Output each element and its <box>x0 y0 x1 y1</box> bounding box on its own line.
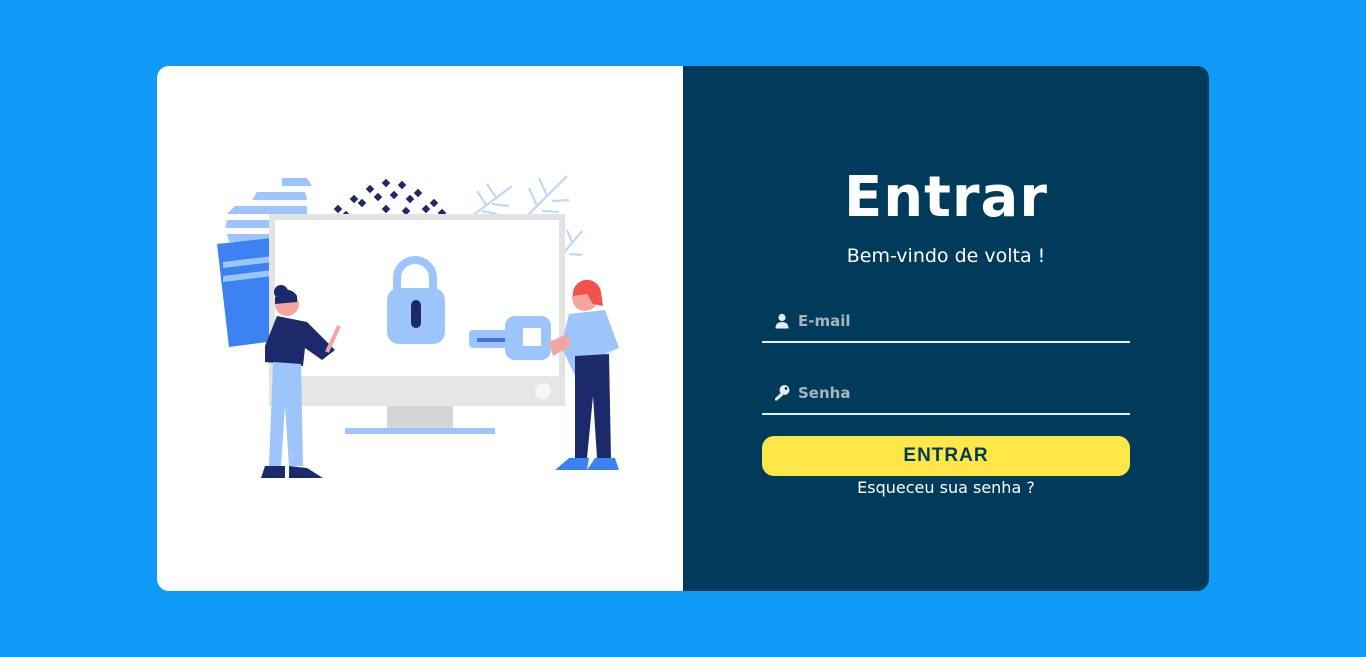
submit-button[interactable]: ENTRAR <box>762 436 1130 476</box>
blue-document <box>217 238 275 347</box>
forgot-password-link[interactable]: Esqueceu sua senha ? <box>683 478 1209 497</box>
password-input[interactable] <box>798 377 1130 409</box>
security-illustration <box>217 175 619 478</box>
password-field <box>762 373 1130 415</box>
dotted-decoration <box>333 178 447 220</box>
welcome-subtitle: Bem-vindo de volta ! <box>846 245 1046 267</box>
email-input[interactable] <box>798 305 1130 337</box>
key-icon <box>762 377 798 409</box>
illustration-panel <box>157 66 683 591</box>
login-panel: Entrar Bem-vindo de volta ! ENTRAR <box>683 66 1209 591</box>
page-title: Entrar <box>844 165 1048 230</box>
login-card: Entrar Bem-vindo de volta ! ENTRAR <box>157 66 1209 591</box>
email-field <box>762 301 1130 343</box>
user-icon <box>762 305 798 337</box>
